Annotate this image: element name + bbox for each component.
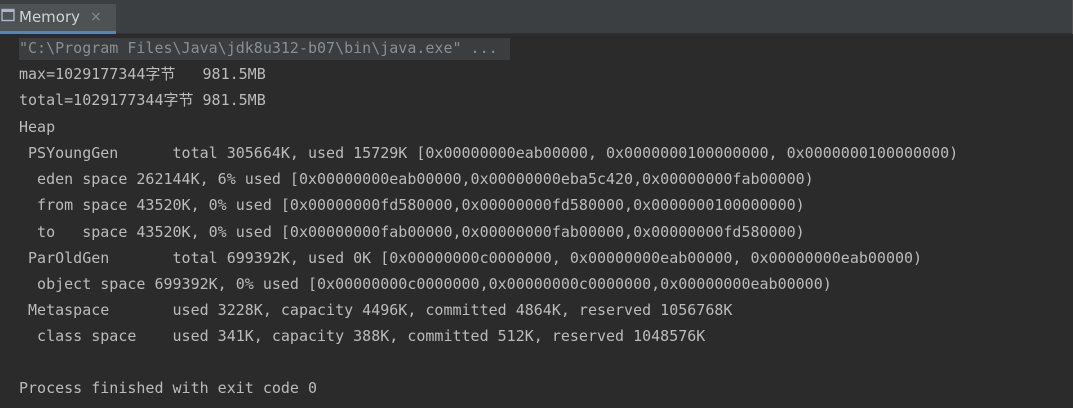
console-output[interactable]: "C:\Program Files\Java\jdk8u312-b07\bin\… — [0, 34, 1073, 408]
output-line: max=1029177344字节 981.5MB — [19, 65, 266, 83]
output-line: Metaspace used 3228K, capacity 4496K, co… — [19, 301, 733, 319]
exit-status-line: Process finished with exit code 0 — [19, 379, 318, 397]
console-icon — [1, 8, 15, 22]
output-line: to space 43520K, 0% used [0x00000000fab0… — [19, 223, 805, 241]
output-line: Heap — [19, 118, 56, 136]
tab-label: Memory — [19, 8, 81, 26]
tab-memory[interactable]: Memory × — [0, 4, 116, 34]
output-line: PSYoungGen total 305664K, used 15729K [0… — [19, 144, 959, 162]
output-line: from space 43520K, 0% used [0x00000000fd… — [19, 196, 805, 214]
output-line: ParOldGen total 699392K, used 0K [0x0000… — [19, 249, 923, 267]
output-line: class space used 341K, capacity 388K, co… — [19, 327, 706, 345]
tool-window-tabbar: Memory × — [0, 0, 1073, 34]
close-icon[interactable]: × — [90, 10, 102, 24]
output-line: eden space 262144K, 6% used [0x00000000e… — [19, 170, 814, 188]
output-line: object space 699392K, 0% used [0x0000000… — [19, 275, 832, 293]
command-line[interactable]: "C:\Program Files\Java\jdk8u312-b07\bin\… — [19, 38, 510, 60]
output-line: total=1029177344字节 981.5MB — [19, 91, 266, 109]
